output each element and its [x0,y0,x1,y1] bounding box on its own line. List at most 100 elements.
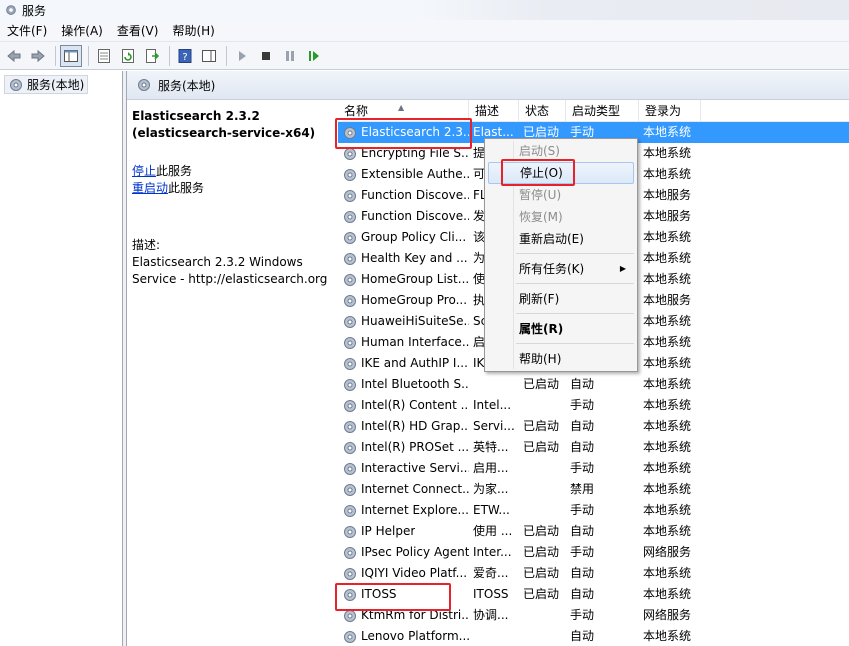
service-name-cell: Health Key and ... [338,248,469,269]
show-console-tree-button[interactable] [60,44,82,67]
service-name-cell: Interactive Servi... [338,458,469,479]
menu-item-refresh[interactable]: 刷新(F) [488,288,634,310]
table-row[interactable]: Intel(R) Content ... Intel... 手动 本地系统 [338,395,849,416]
properties-toolbar-button[interactable] [93,45,115,67]
tree-item-services-local[interactable]: 服务(本地) [4,75,89,94]
column-header-description[interactable]: 描述 [469,100,519,122]
column-header-name[interactable]: ▲ 名称 [338,100,469,122]
menu-bar: 文件(F) 操作(A) 查看(V) 帮助(H) [0,20,849,42]
menu-file[interactable]: 文件(F) [0,20,54,42]
service-gear-icon [344,609,356,622]
column-header-status[interactable]: 状态 [519,100,566,122]
service-name-cell: Function Discove... [338,206,469,227]
refresh-toolbar-button[interactable] [117,45,139,67]
menu-item-start[interactable]: 启动(S) [488,140,634,162]
service-name-cell: Human Interface... [338,332,469,353]
help-toolbar-button[interactable]: ? [174,45,196,67]
service-name: Human Interface... [361,335,469,349]
table-row[interactable]: Intel(R) PROSet ... 英特... 已启动 自动 本地系统 [338,437,849,458]
description-label: 描述: [132,238,161,252]
service-name-cell: Extensible Authe... [338,164,469,185]
service-name: IPsec Policy Agent [361,545,469,559]
service-logon-cell: 本地系统 [643,440,692,454]
service-name-cell: Function Discove... [338,185,469,206]
table-row[interactable]: Interactive Servi... 启用... 手动 本地系统 [338,458,849,479]
menu-item-pause[interactable]: 暂停(U) [488,184,634,206]
toolbar: ? [0,42,849,70]
service-startup-cell: 自动 [570,587,595,601]
service-status-cell [519,395,566,416]
service-name: ITOSS [361,587,397,601]
service-name-cell: Intel(R) Content ... [338,395,469,416]
restart-service-link[interactable]: 重启动 [132,181,168,195]
table-row[interactable]: Lenovo Platform... 自动 本地系统 [338,626,849,646]
pause-service-button[interactable] [279,45,301,67]
table-row[interactable]: ITOSS ITOSS 已启动 自动 本地系统 [338,584,849,605]
service-gear-icon [344,399,356,412]
service-name-cell: Group Policy Cli... [338,227,469,248]
service-logon-cell: 本地系统 [643,167,692,181]
service-gear-icon [344,210,356,223]
menu-help[interactable]: 帮助(H) [165,20,221,42]
stop-service-link[interactable]: 停止 [132,164,156,178]
restart-action-line: 重启动此服务 [132,180,332,197]
forward-button[interactable] [27,45,49,67]
menu-item-properties[interactable]: 属性(R) [488,318,634,340]
back-arrow-icon [7,49,21,62]
table-row[interactable]: Internet Connect... 为家... 禁用 本地系统 [338,479,849,500]
table-row[interactable]: IQIYI Video Platf... 爱奇... 已启动 自动 本地系统 [338,563,849,584]
service-logon-cell: 本地系统 [643,272,692,286]
service-logon-cell: 本地系统 [643,587,692,601]
sort-ascending-icon: ▲ [398,103,405,112]
service-gear-icon [344,441,356,454]
menu-action[interactable]: 操作(A) [54,20,110,42]
service-name-cell: Intel(R) HD Grap... [338,416,469,437]
service-logon-cell: 本地系统 [643,125,692,139]
export-list-button[interactable] [141,45,163,67]
table-row[interactable]: Intel Bluetooth S... 已启动 自动 本地系统 [338,374,849,395]
table-row[interactable]: IP Helper 使用 ... 已启动 自动 本地系统 [338,521,849,542]
restart-suffix: 此服务 [168,181,205,195]
service-gear-icon [344,588,356,601]
service-name: Function Discove... [361,209,469,223]
restart-icon [309,50,319,61]
menu-item-help[interactable]: 帮助(H) [488,348,634,370]
service-description-cell: Intel... [473,398,512,412]
service-name: HomeGroup Pro... [361,293,468,307]
service-gear-icon [344,189,356,202]
service-status-cell: 已启动 [523,419,560,433]
menu-item-all-tasks[interactable]: 所有任务(K) ▶ [488,258,634,280]
service-logon-cell: 本地系统 [643,398,692,412]
service-name: IQIYI Video Platf... [361,566,468,580]
service-name: KtmRm for Distri... [361,608,469,622]
start-service-button[interactable] [231,45,253,67]
refresh-icon [122,48,134,63]
service-startup-cell: 自动 [570,566,595,580]
table-row[interactable]: IPsec Policy Agent Inter... 已启动 手动 网络服务 [338,542,849,563]
menu-item-resume[interactable]: 恢复(M) [488,206,634,228]
window-title: 服务 [22,3,47,18]
show-action-pane-button[interactable] [198,45,220,67]
service-status-cell [519,500,566,521]
menu-item-stop[interactable]: 停止(O) [488,162,634,184]
table-row[interactable]: Internet Explore... ETW... 手动 本地系统 [338,500,849,521]
service-name: Group Policy Cli... [361,230,467,244]
service-name-cell: Elasticsearch 2.3... [338,122,469,143]
service-name: HuaweiHiSuiteSe... [361,314,469,328]
tree-item-label: 服务(本地) [27,78,85,92]
stop-service-button[interactable] [255,45,277,67]
properties-icon [98,48,110,63]
column-header-logon-as[interactable]: 登录为 [639,100,701,122]
restart-service-button[interactable] [303,45,325,67]
menu-view[interactable]: 查看(V) [110,20,166,42]
table-row[interactable]: Intel(R) HD Grap... Servi... 已启动 自动 本地系统 [338,416,849,437]
service-name-cell: Intel Bluetooth S... [338,374,469,395]
service-description-cell: 英特... [473,440,509,454]
column-header-startup-type[interactable]: 启动类型 [566,100,639,122]
back-button[interactable] [3,45,25,67]
service-details-panel: Elasticsearch 2.3.2 (elasticsearch-servi… [127,100,337,646]
table-row[interactable]: KtmRm for Distri... 协调... 手动 网络服务 [338,605,849,626]
service-logon-cell: 本地服务 [643,209,692,223]
service-name-cell: IP Helper [338,521,469,542]
menu-item-restart[interactable]: 重新启动(E) [488,228,634,250]
